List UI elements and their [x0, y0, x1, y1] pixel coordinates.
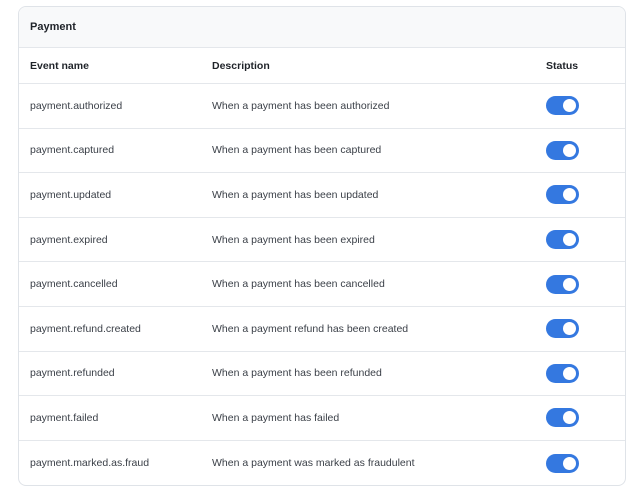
column-header-event-name: Event name: [30, 59, 89, 72]
event-name: payment.failed: [30, 411, 99, 424]
table-row: payment.refunded When a payment has been…: [19, 352, 625, 397]
event-name: payment.refunded: [30, 367, 115, 380]
status-toggle[interactable]: [546, 363, 579, 383]
status-toggle[interactable]: [546, 230, 579, 250]
event-description: When a payment has failed: [212, 411, 340, 424]
toggle-knob: [563, 233, 576, 247]
event-description: When a payment has been cancelled: [212, 278, 385, 291]
status-toggle[interactable]: [546, 140, 579, 160]
table-row: payment.authorized When a payment has be…: [19, 84, 625, 129]
table-row: payment.cancelled When a payment has bee…: [19, 262, 625, 307]
column-header-status: Status: [546, 59, 579, 72]
status-toggle[interactable]: [546, 408, 579, 428]
toggle-knob: [563, 99, 576, 113]
table-row: payment.updated When a payment has been …: [19, 173, 625, 218]
table-row: payment.expired When a payment has been …: [19, 218, 625, 263]
event-name: payment.authorized: [30, 99, 123, 112]
status-toggle[interactable]: [546, 274, 579, 294]
event-name: payment.captured: [30, 144, 115, 157]
toggle-knob: [563, 188, 576, 202]
toggle-knob: [563, 143, 576, 157]
payment-webhooks-card: Payment Event name Description Status pa…: [18, 6, 626, 486]
toggle-knob: [563, 411, 576, 425]
section-title: Payment: [19, 7, 625, 48]
event-name: payment.refund.created: [30, 322, 141, 335]
status-toggle[interactable]: [546, 319, 579, 339]
toggle-knob: [563, 277, 576, 291]
event-description: When a payment has been captured: [212, 144, 382, 157]
toggle-knob: [563, 456, 576, 470]
status-toggle[interactable]: [546, 453, 579, 473]
table-row: payment.marked.as.fraud When a payment w…: [19, 441, 625, 485]
event-name: payment.updated: [30, 188, 112, 201]
event-description: When a payment has been updated: [212, 188, 379, 201]
status-toggle[interactable]: [546, 96, 579, 116]
event-description: When a payment was marked as fraudulent: [212, 457, 415, 470]
table-row: payment.refund.created When a payment re…: [19, 307, 625, 352]
event-name: payment.marked.as.fraud: [30, 457, 150, 470]
table-header-row: Event name Description Status: [19, 48, 625, 84]
event-name: payment.cancelled: [30, 278, 118, 291]
event-description: When a payment refund has been created: [212, 322, 409, 335]
event-description: When a payment has been expired: [212, 233, 375, 246]
toggle-knob: [563, 322, 576, 336]
event-description: When a payment has been refunded: [212, 367, 382, 380]
column-header-description: Description: [212, 59, 270, 72]
event-description: When a payment has been authorized: [212, 99, 390, 112]
toggle-knob: [563, 366, 576, 380]
table-row: payment.failed When a payment has failed: [19, 396, 625, 441]
status-toggle[interactable]: [546, 185, 579, 205]
table-row: payment.captured When a payment has been…: [19, 129, 625, 174]
event-name: payment.expired: [30, 233, 108, 246]
